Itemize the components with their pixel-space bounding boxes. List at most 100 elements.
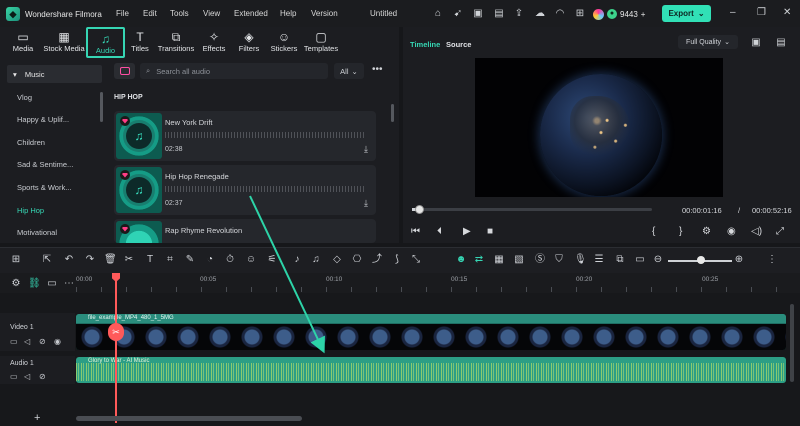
mark-out-icon[interactable]: } xyxy=(679,226,682,237)
search-input[interactable]: ⌕ Search all audio xyxy=(140,63,328,79)
filter-select[interactable]: All ⌄ xyxy=(334,63,364,79)
sidebar-header-music[interactable]: ▾ Music xyxy=(7,65,102,83)
lock-icon[interactable]: ⊘ xyxy=(39,337,46,346)
text-icon[interactable]: T xyxy=(144,254,156,266)
eye-icon[interactable]: ◉ xyxy=(54,337,61,346)
video-clip[interactable]: file_example_MP4_480_1_5MG xyxy=(76,314,786,350)
sidebar-item-hip-hop[interactable]: Hip Hop xyxy=(17,206,44,215)
link-icon[interactable]: ⛓ xyxy=(28,278,41,290)
grid-icon[interactable]: ⊞ xyxy=(574,8,586,19)
menu-help[interactable]: Help xyxy=(280,9,296,18)
video-preview[interactable] xyxy=(475,58,723,197)
audio-clip[interactable]: Glory to War - AI Music xyxy=(76,357,786,383)
layers-icon[interactable]: ⧉ xyxy=(614,254,626,266)
redo-icon[interactable]: ↷ xyxy=(84,254,96,266)
add-track-icon[interactable]: + xyxy=(34,412,40,424)
menu-version[interactable]: Version xyxy=(311,9,338,18)
tab-timeline[interactable]: Timeline xyxy=(410,40,440,49)
snap-icon[interactable]: ⋯ xyxy=(63,278,75,290)
menu-tools[interactable]: Tools xyxy=(170,9,189,18)
zoom-in-icon[interactable]: ⊕ xyxy=(733,254,745,266)
audio-list-scrollbar[interactable] xyxy=(391,104,394,122)
save-icon[interactable]: ▤ xyxy=(493,8,505,19)
tab-transitions[interactable]: ⧉ Transitions xyxy=(156,27,196,57)
download-icon[interactable]: ⤓ xyxy=(364,198,368,209)
timer-icon[interactable]: ⏱ xyxy=(224,254,236,266)
undo-icon[interactable]: ↶ xyxy=(63,254,75,266)
export-button[interactable]: Export ⌄ xyxy=(662,5,711,22)
sidebar-item-happy[interactable]: Happy & Uplif... xyxy=(17,115,69,124)
upload-icon[interactable]: ⇪ xyxy=(513,8,525,19)
sticker-icon[interactable]: ☺ xyxy=(245,254,257,266)
stop-icon[interactable]: ■ xyxy=(487,226,493,237)
volume-icon[interactable]: ◁) xyxy=(751,226,762,237)
avatar[interactable] xyxy=(593,8,604,20)
sidebar-item-motivational[interactable]: Motivational xyxy=(17,228,57,237)
color-icon[interactable]: ✎ xyxy=(184,254,196,266)
zoom-out-icon[interactable]: ⊖ xyxy=(652,254,664,266)
music-library-button[interactable] xyxy=(114,63,135,79)
list-item[interactable]: ♫ New York Drift 02:38 ⤓ xyxy=(114,111,376,161)
mark-in-icon[interactable]: { xyxy=(652,226,655,237)
previous-frame-icon[interactable]: ⏮ xyxy=(411,226,420,237)
microphone-icon[interactable]: 🎙 xyxy=(574,254,587,266)
folder-icon[interactable]: ▭ xyxy=(10,372,18,381)
tab-templates[interactable]: ▢ Templates xyxy=(303,27,339,57)
track-settings-icon[interactable]: ⚙ xyxy=(10,278,22,290)
layout-icon[interactable]: ▤ xyxy=(775,37,787,48)
lock-icon[interactable]: ⊘ xyxy=(39,372,46,381)
volume-icon[interactable]: ◁ xyxy=(24,337,30,346)
menu-file[interactable]: File xyxy=(116,9,129,18)
more-options-icon[interactable]: ⋮ xyxy=(766,254,778,266)
translate-icon[interactable]: ⟆ xyxy=(391,254,403,266)
playhead[interactable] xyxy=(115,273,117,423)
menu-extended[interactable]: Extended xyxy=(234,9,268,18)
more-options-icon[interactable]: ••• xyxy=(372,64,383,75)
marker-icon[interactable]: ▭ xyxy=(46,278,58,290)
headphones-icon[interactable]: ◠ xyxy=(554,8,566,19)
split-icon[interactable]: ✂ xyxy=(123,254,135,266)
cloud-icon[interactable]: ☁ xyxy=(534,8,546,19)
mosaic-icon[interactable]: ▧ xyxy=(513,254,525,266)
crop-icon[interactable]: ⌗ xyxy=(164,254,176,266)
menu-edit[interactable]: Edit xyxy=(143,9,157,18)
credits-badge[interactable]: ● 9443 + xyxy=(590,7,650,21)
ai-mate-icon[interactable]: ☻ xyxy=(455,254,467,266)
restore-icon[interactable]: ❐ xyxy=(757,7,766,18)
list-item[interactable]: ♫ Hip Hop Renegade 02:37 ⤓ xyxy=(114,165,376,215)
tab-media[interactable]: ▭ Media xyxy=(6,27,40,57)
beat-icon[interactable]: Ⓢ xyxy=(534,254,546,266)
audio-stretch-icon[interactable]: ♫ xyxy=(310,254,322,266)
zoom-slider-handle[interactable] xyxy=(697,256,705,264)
tab-stock-media[interactable]: ▦ Stock Media xyxy=(42,27,86,57)
tab-audio[interactable]: ♫ Audio xyxy=(86,27,125,58)
menu-view[interactable]: View xyxy=(203,9,220,18)
gift-icon[interactable]: ⌂ xyxy=(432,8,444,19)
camera-icon[interactable]: ◉ xyxy=(727,226,736,237)
playback-progress[interactable] xyxy=(412,208,652,211)
play-icon[interactable]: ▶ xyxy=(463,226,471,237)
image-icon[interactable]: ▣ xyxy=(472,8,484,19)
sidebar-item-children[interactable]: Children xyxy=(17,138,45,147)
sidebar-item-vlog[interactable]: Vlog xyxy=(17,93,32,102)
tab-effects[interactable]: ✧ Effects xyxy=(200,27,228,57)
snapshot-grid-icon[interactable]: ▣ xyxy=(750,37,762,48)
download-icon[interactable]: ⤓ xyxy=(364,144,368,155)
pip-icon[interactable]: ▭ xyxy=(634,254,646,266)
fit-icon[interactable]: ⤡ xyxy=(410,254,422,266)
sidebar-item-sad[interactable]: Sad & Sentime... xyxy=(17,160,73,169)
select-tool-icon[interactable]: ⇱ xyxy=(41,254,53,266)
shield-icon[interactable]: ⛉ xyxy=(553,254,565,266)
timeline-vertical-scrollbar[interactable] xyxy=(790,304,794,382)
timeline-horizontal-scrollbar[interactable] xyxy=(76,416,302,421)
list-icon[interactable]: ☰ xyxy=(593,254,605,266)
plus-icon[interactable]: + xyxy=(641,10,646,19)
ai-copilot-icon[interactable]: ⇄ xyxy=(473,254,485,266)
adjust-icon[interactable]: ⚟ xyxy=(266,254,278,266)
delete-icon[interactable]: 🗑 xyxy=(104,254,117,266)
ai-audio-icon[interactable]: ♪ xyxy=(291,254,303,266)
close-icon[interactable]: ✕ xyxy=(783,7,791,18)
fullscreen-icon[interactable]: ⤢ xyxy=(776,226,784,237)
volume-icon[interactable]: ◁ xyxy=(24,372,30,381)
sidebar-scrollbar[interactable] xyxy=(100,92,103,122)
